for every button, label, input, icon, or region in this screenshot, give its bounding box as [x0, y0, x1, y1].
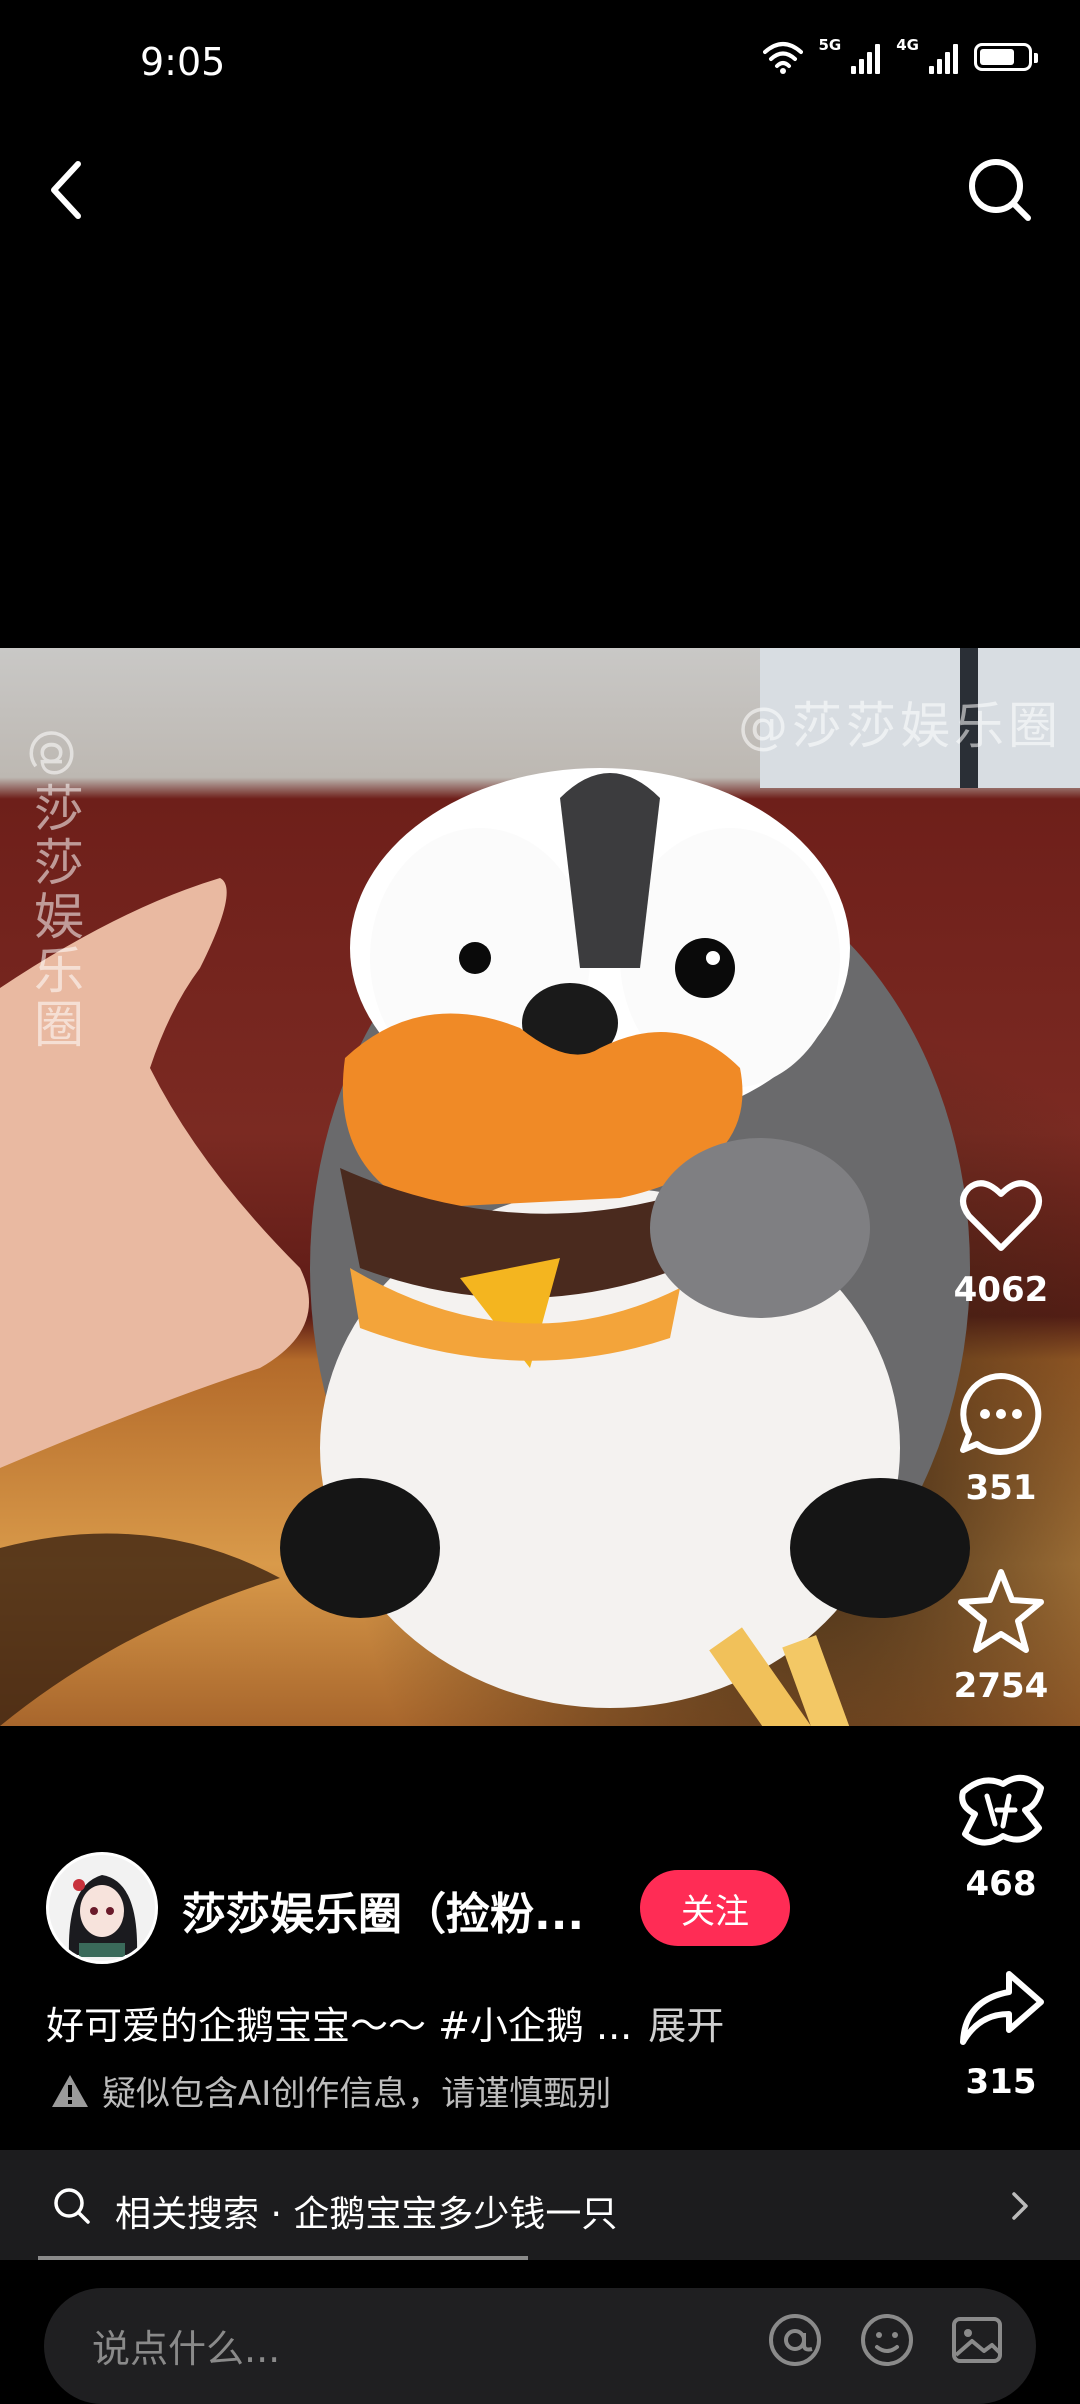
comment-bubble-icon — [960, 1373, 1042, 1455]
expand-link[interactable]: 展开 — [648, 2004, 724, 2048]
favorite-button[interactable]: 2754 — [946, 1564, 1056, 1706]
heart-icon — [960, 1180, 1042, 1251]
video-player[interactable]: @莎莎娱乐圈 @莎莎娱乐圈 — [0, 648, 1080, 1726]
back-arrow-icon[interactable] — [40, 150, 100, 230]
related-search-icon — [54, 2188, 90, 2224]
recommend-icon — [959, 1775, 1044, 1846]
video-caption[interactable]: 好可爱的企鹅宝宝～～ #小企鹅 ... 展开 — [46, 1995, 724, 2050]
at-mention-icon[interactable] — [760, 2305, 830, 2375]
like-count: 4062 — [953, 1270, 1049, 1310]
follow-button[interactable]: 关注 — [640, 1870, 790, 1946]
star-icon — [958, 1569, 1044, 1653]
ai-notice: 疑似包含AI创作信息，请谨慎甄别 — [50, 2066, 611, 2115]
favorite-count: 2754 — [953, 1666, 1049, 1706]
emoji-icon[interactable] — [852, 2305, 922, 2375]
comment-placeholder: 说点什么... — [92, 2327, 281, 2371]
wifi-icon — [762, 42, 803, 74]
network-4g-label: 4G — [896, 36, 919, 54]
video-frame-illustration — [0, 648, 1080, 1726]
video-progress-bar[interactable] — [38, 2256, 528, 2260]
chevron-right-icon[interactable] — [1000, 2186, 1040, 2226]
author-name[interactable]: 莎莎娱乐圈（捡粉... — [182, 1878, 584, 1942]
warning-icon — [52, 2074, 88, 2107]
avatar-image — [49, 1855, 155, 1961]
comment-button[interactable]: 351 — [946, 1366, 1056, 1508]
watermark-side: @莎莎娱乐圈 — [26, 728, 84, 1052]
ai-notice-text: 疑似包含AI创作信息，请谨慎甄别 — [102, 2074, 612, 2114]
share-arrow-icon — [960, 1971, 1044, 2045]
recommend-count: 468 — [965, 1864, 1037, 1904]
status-time: 9:05 — [140, 40, 226, 84]
like-button[interactable]: 4062 — [946, 1168, 1056, 1310]
signal-5g-icon — [851, 40, 881, 74]
network-5g-label: 5G — [818, 36, 842, 54]
comment-count: 351 — [965, 1468, 1037, 1508]
share-count: 315 — [965, 2062, 1037, 2102]
author-avatar[interactable] — [46, 1852, 158, 1964]
caption-text: 好可爱的企鹅宝宝～～ #小企鹅 ... — [46, 2004, 633, 2048]
related-search-text[interactable]: 相关搜索 · 企鹅宝宝多少钱一只 — [115, 2185, 617, 2237]
recommend-button[interactable]: 468 — [946, 1762, 1056, 1904]
share-button[interactable]: 315 — [946, 1960, 1056, 2102]
status-icons: 5G 4G — [762, 36, 1038, 74]
signal-4g-icon — [929, 40, 958, 74]
watermark-top: @莎莎娱乐圈 — [738, 697, 1062, 755]
image-icon[interactable] — [942, 2305, 1012, 2375]
search-icon[interactable] — [960, 150, 1040, 230]
battery-icon — [974, 43, 1038, 71]
